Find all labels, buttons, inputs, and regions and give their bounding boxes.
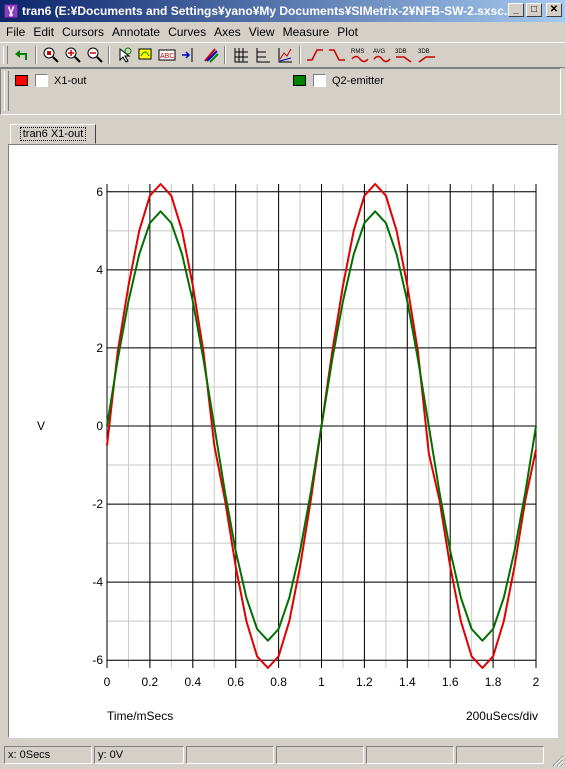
zoom-out-icon[interactable] [86, 46, 104, 64]
menu-file[interactable]: File [2, 25, 29, 39]
menu-axes[interactable]: Axes [210, 25, 245, 39]
toolbar-separator [224, 46, 226, 64]
close-button[interactable]: ✕ [546, 3, 562, 17]
menu-plot[interactable]: Plot [333, 25, 362, 39]
toolbar: ABC RMS AVG 3DB 3DB [0, 42, 565, 68]
menu-measure[interactable]: Measure [279, 25, 334, 39]
status-cell-5 [366, 746, 454, 764]
x-tick-label: 0 [104, 675, 111, 689]
svg-text:ABC: ABC [160, 53, 174, 60]
q2-emitter-label: Q2-emitter [332, 74, 384, 87]
menu-annotate[interactable]: Annotate [108, 25, 164, 39]
tab-label: tran6 X1-out [19, 127, 87, 141]
y-tick-label: 6 [96, 185, 103, 199]
x1-out-swatch [15, 75, 28, 86]
app-icon[interactable]: Ɣ [4, 4, 18, 18]
menu-curves[interactable]: Curves [164, 25, 210, 39]
label-icon[interactable]: ABC [158, 46, 176, 64]
toolbar-grip[interactable] [3, 46, 8, 64]
status-cell-6 [456, 746, 544, 764]
y-tick-label: 0 [96, 419, 103, 433]
3db-label-2: 3DB [418, 49, 430, 55]
zoom-in-icon[interactable] [64, 46, 82, 64]
3db-label-1: 3DB [395, 49, 407, 55]
title-bar[interactable]: Ɣ tran6 (E:¥Documents and Settings¥yano¥… [0, 0, 565, 22]
y-tick-label: 4 [96, 263, 103, 277]
status-y-readout: y: 0V [94, 746, 184, 764]
x1-out-label: X1-out [54, 74, 87, 87]
add-axis-icon[interactable] [180, 46, 198, 64]
toolbar-separator [35, 46, 37, 64]
waveform-chart[interactable]: 0 0.2 0.4 0.6 0.8 1 1.2 1.4 1.6 1.8 2 -6 -4 -2 0 2 4 6 V Ti… [9, 145, 557, 737]
x-scale-note: 200uSecs/div [466, 709, 538, 723]
x-tick-label: 0.4 [184, 675, 201, 689]
menu-view[interactable]: View [245, 25, 279, 39]
legend-entry-q2-emitter[interactable]: Q2-emitter [293, 74, 384, 87]
rms-label: RMS [351, 49, 364, 55]
tab-tran6-x1-out[interactable]: tran6 X1-out [10, 124, 96, 144]
legend-entry-x1-out[interactable]: X1-out [15, 74, 86, 87]
y-tick-label: -6 [92, 653, 103, 667]
toolbar-separator [108, 46, 110, 64]
move-curve-icon[interactable] [137, 46, 155, 64]
x-tick-label: 1.6 [442, 675, 459, 689]
y-tick-label: -2 [92, 497, 103, 511]
y-tick-label: 2 [96, 341, 103, 355]
plot-area[interactable]: 0 0.2 0.4 0.6 0.8 1 1.2 1.4 1.6 1.8 2 -6 -4 -2 0 2 4 6 V Ti… [8, 144, 558, 738]
x1-out-checkbox[interactable] [35, 74, 48, 87]
cursor-select-icon[interactable] [116, 46, 134, 64]
resize-grip-icon[interactable] [550, 753, 564, 767]
y-tick-label: -4 [92, 575, 103, 589]
zoom-in-full-icon[interactable] [42, 46, 60, 64]
avg-label: AVG [373, 49, 386, 55]
grid-lines-icon[interactable] [232, 46, 250, 64]
y-axis-label: V [37, 419, 45, 433]
3db-high-icon[interactable]: 3DB [418, 46, 436, 64]
x-tick-label: 2 [533, 675, 540, 689]
x-tick-label: 1 [318, 675, 325, 689]
menu-bar: File Edit Cursors Annotate Curves Axes V… [0, 22, 565, 41]
legend-panel: X1-out Q2-emitter [0, 68, 561, 115]
stacked-plot-icon[interactable] [276, 46, 294, 64]
rise-time-icon[interactable] [306, 46, 324, 64]
status-cell-4 [276, 746, 364, 764]
rms-icon[interactable]: RMS [351, 46, 369, 64]
x-tick-label: 0.8 [270, 675, 287, 689]
x-tick-label: 1.8 [485, 675, 502, 689]
status-cell-3 [186, 746, 274, 764]
maximize-button[interactable]: □ [526, 3, 542, 17]
x-tick-label: 0.6 [227, 675, 244, 689]
status-bar: x: 0Secs y: 0V [0, 744, 565, 769]
window-title: tran6 (E:¥Documents and Settings¥yano¥My… [22, 4, 512, 18]
x-tick-label: 1.2 [356, 675, 373, 689]
toolbar-separator [299, 46, 301, 64]
fall-time-icon[interactable] [328, 46, 346, 64]
menu-cursors[interactable]: Cursors [58, 25, 108, 39]
legend-grip[interactable] [4, 71, 9, 111]
x-axis-label: Time/mSecs [107, 709, 173, 723]
q2-emitter-checkbox[interactable] [313, 74, 326, 87]
axis-grid-icon[interactable] [254, 46, 272, 64]
avg-icon[interactable]: AVG [373, 46, 391, 64]
curve-color-icon[interactable] [202, 46, 220, 64]
minimize-button[interactable]: _ [508, 3, 524, 17]
x-tick-label: 1.4 [399, 675, 416, 689]
status-x-readout: x: 0Secs [4, 746, 92, 764]
x-tick-label: 0.2 [142, 675, 159, 689]
menu-edit[interactable]: Edit [29, 25, 58, 39]
undo-icon[interactable] [13, 46, 31, 64]
3db-low-icon[interactable]: 3DB [395, 46, 413, 64]
q2-emitter-swatch [293, 75, 306, 86]
